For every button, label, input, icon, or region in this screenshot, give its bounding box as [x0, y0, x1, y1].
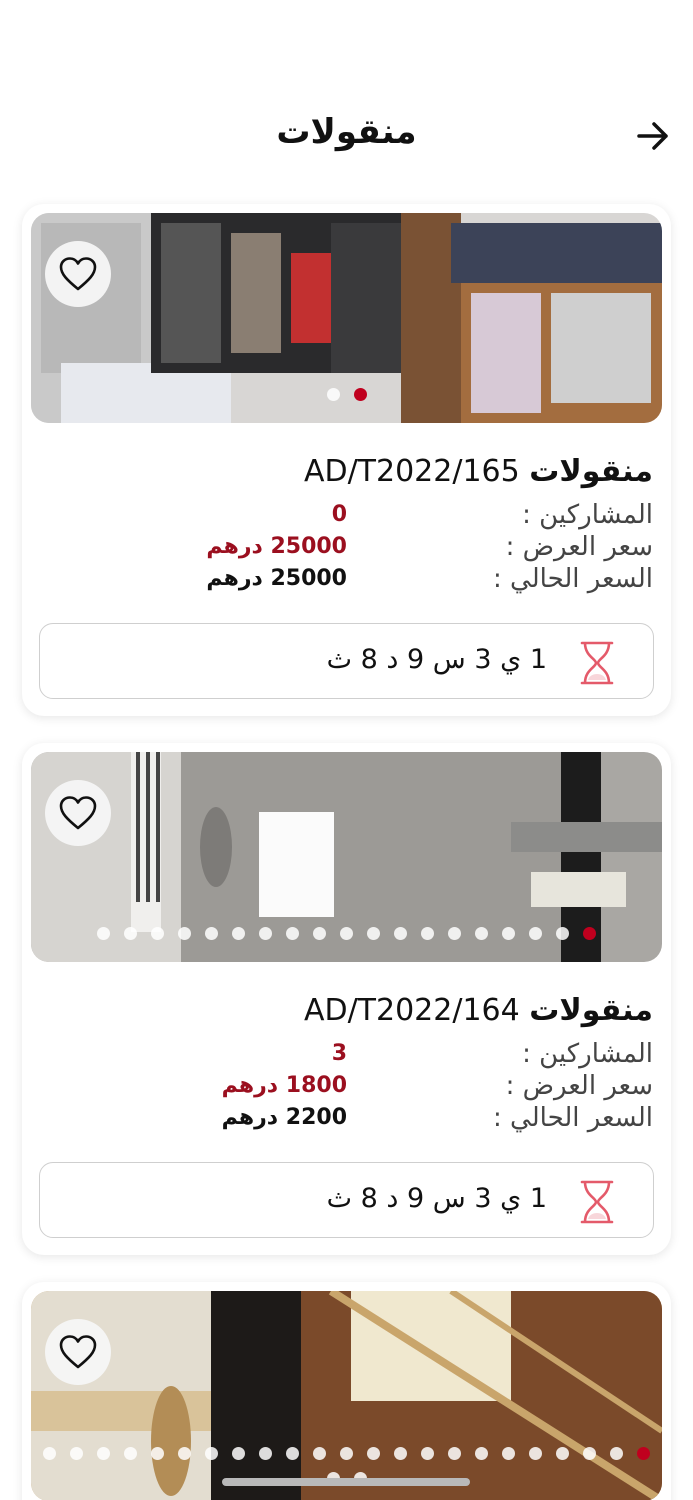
- pager-dot[interactable]: [232, 1447, 245, 1460]
- page-title: منقولات: [276, 112, 417, 152]
- pager-dot[interactable]: [583, 1447, 596, 1460]
- auction-card[interactable]: منقولات AD/T2022/165 المشاركين : 0 سعر ا…: [22, 204, 671, 716]
- image-pager[interactable]: [31, 388, 662, 401]
- participants-row: المشاركين : 3: [193, 1039, 653, 1071]
- pager-dot[interactable]: [637, 1447, 650, 1460]
- countdown-text: 1 ي 3 س 9 د 8 ث: [326, 644, 547, 675]
- pager-dot[interactable]: [259, 1447, 272, 1460]
- arrow-right-icon[interactable]: [635, 118, 671, 154]
- pager-dot[interactable]: [421, 927, 434, 940]
- pager-dot[interactable]: [232, 927, 245, 940]
- pager-dot[interactable]: [529, 927, 542, 940]
- participants-label: المشاركين :: [522, 500, 653, 530]
- offer-price-value: 1800 درهم: [221, 1073, 347, 1098]
- image-pager[interactable]: [31, 927, 662, 940]
- pager-dot[interactable]: [340, 927, 353, 940]
- pager-dot[interactable]: [367, 1447, 380, 1460]
- pager-dot[interactable]: [70, 1447, 83, 1460]
- favorite-button[interactable]: [45, 1319, 111, 1385]
- pager-dot[interactable]: [205, 927, 218, 940]
- offer-price-value: 25000 درهم: [206, 534, 347, 559]
- pager-dot[interactable]: [97, 1447, 110, 1460]
- offer-price-label: سعر العرض :: [505, 1071, 653, 1101]
- pager-dot[interactable]: [205, 1447, 218, 1460]
- favorite-button[interactable]: [45, 241, 111, 307]
- pager-dot[interactable]: [178, 927, 191, 940]
- home-indicator: [222, 1478, 470, 1486]
- pager-dot[interactable]: [124, 1447, 137, 1460]
- pager-dot[interactable]: [448, 927, 461, 940]
- auction-card[interactable]: [22, 1282, 671, 1500]
- current-price-label: السعر الحالي :: [493, 564, 653, 594]
- pager-dot[interactable]: [475, 927, 488, 940]
- heart-icon: [59, 796, 97, 830]
- pager-dot[interactable]: [421, 1447, 434, 1460]
- offer-price-row: سعر العرض : 25000 درهم: [193, 532, 653, 564]
- listing-image[interactable]: [31, 752, 662, 962]
- pager-dot[interactable]: [583, 927, 596, 940]
- pager-dot[interactable]: [326, 388, 340, 401]
- pager-dot[interactable]: [340, 1447, 353, 1460]
- auction-card[interactable]: منقولات AD/T2022/164 المشاركين : 3 سعر ا…: [22, 743, 671, 1255]
- pager-dot[interactable]: [353, 388, 367, 401]
- pager-dot[interactable]: [448, 1447, 461, 1460]
- pager-dot[interactable]: [97, 927, 110, 940]
- pager-dot[interactable]: [475, 1447, 488, 1460]
- pager-dot[interactable]: [313, 1447, 326, 1460]
- pager-dot[interactable]: [556, 1447, 569, 1460]
- offer-price-row: سعر العرض : 1800 درهم: [193, 1071, 653, 1103]
- pager-dot[interactable]: [178, 1447, 191, 1460]
- current-price-row: السعر الحالي : 2200 درهم: [193, 1103, 653, 1135]
- pager-dot[interactable]: [151, 1447, 164, 1460]
- pager-dot[interactable]: [151, 927, 164, 940]
- current-price-row: السعر الحالي : 25000 درهم: [193, 564, 653, 596]
- favorite-button[interactable]: [45, 780, 111, 846]
- countdown-box: 1 ي 3 س 9 د 8 ث: [39, 1162, 654, 1238]
- pager-dot[interactable]: [394, 1447, 407, 1460]
- participants-value: 3: [331, 1041, 347, 1066]
- pager-dot[interactable]: [43, 1447, 56, 1460]
- pager-dot[interactable]: [286, 1447, 299, 1460]
- offer-price-label: سعر العرض :: [505, 532, 653, 562]
- listing-image[interactable]: [31, 1291, 662, 1500]
- countdown-text: 1 ي 3 س 9 د 8 ث: [326, 1183, 547, 1214]
- participants-row: المشاركين : 0: [193, 500, 653, 532]
- listing-image[interactable]: [31, 213, 662, 423]
- pager-dot[interactable]: [610, 1447, 623, 1460]
- pager-dot[interactable]: [502, 927, 515, 940]
- listing-title: منقولات AD/T2022/165: [303, 454, 653, 489]
- current-price-value: 25000 درهم: [206, 566, 347, 591]
- pager-dot[interactable]: [529, 1447, 542, 1460]
- heart-icon: [59, 1335, 97, 1369]
- listing-title: منقولات AD/T2022/164: [303, 993, 653, 1028]
- pager-dot[interactable]: [367, 927, 380, 940]
- current-price-label: السعر الحالي :: [493, 1103, 653, 1133]
- pager-dot[interactable]: [286, 927, 299, 940]
- pager-dot[interactable]: [259, 927, 272, 940]
- current-price-value: 2200 درهم: [221, 1105, 347, 1130]
- pager-dot[interactable]: [124, 927, 137, 940]
- participants-value: 0: [331, 502, 347, 527]
- pager-dot[interactable]: [394, 927, 407, 940]
- pager-dot[interactable]: [502, 1447, 515, 1460]
- app-header: منقولات: [0, 100, 693, 170]
- pager-dot[interactable]: [313, 927, 326, 940]
- pager-dot[interactable]: [556, 927, 569, 940]
- countdown-box: 1 ي 3 س 9 د 8 ث: [39, 623, 654, 699]
- hourglass-icon: [580, 641, 614, 685]
- hourglass-icon: [580, 1180, 614, 1224]
- heart-icon: [59, 257, 97, 291]
- participants-label: المشاركين :: [522, 1039, 653, 1069]
